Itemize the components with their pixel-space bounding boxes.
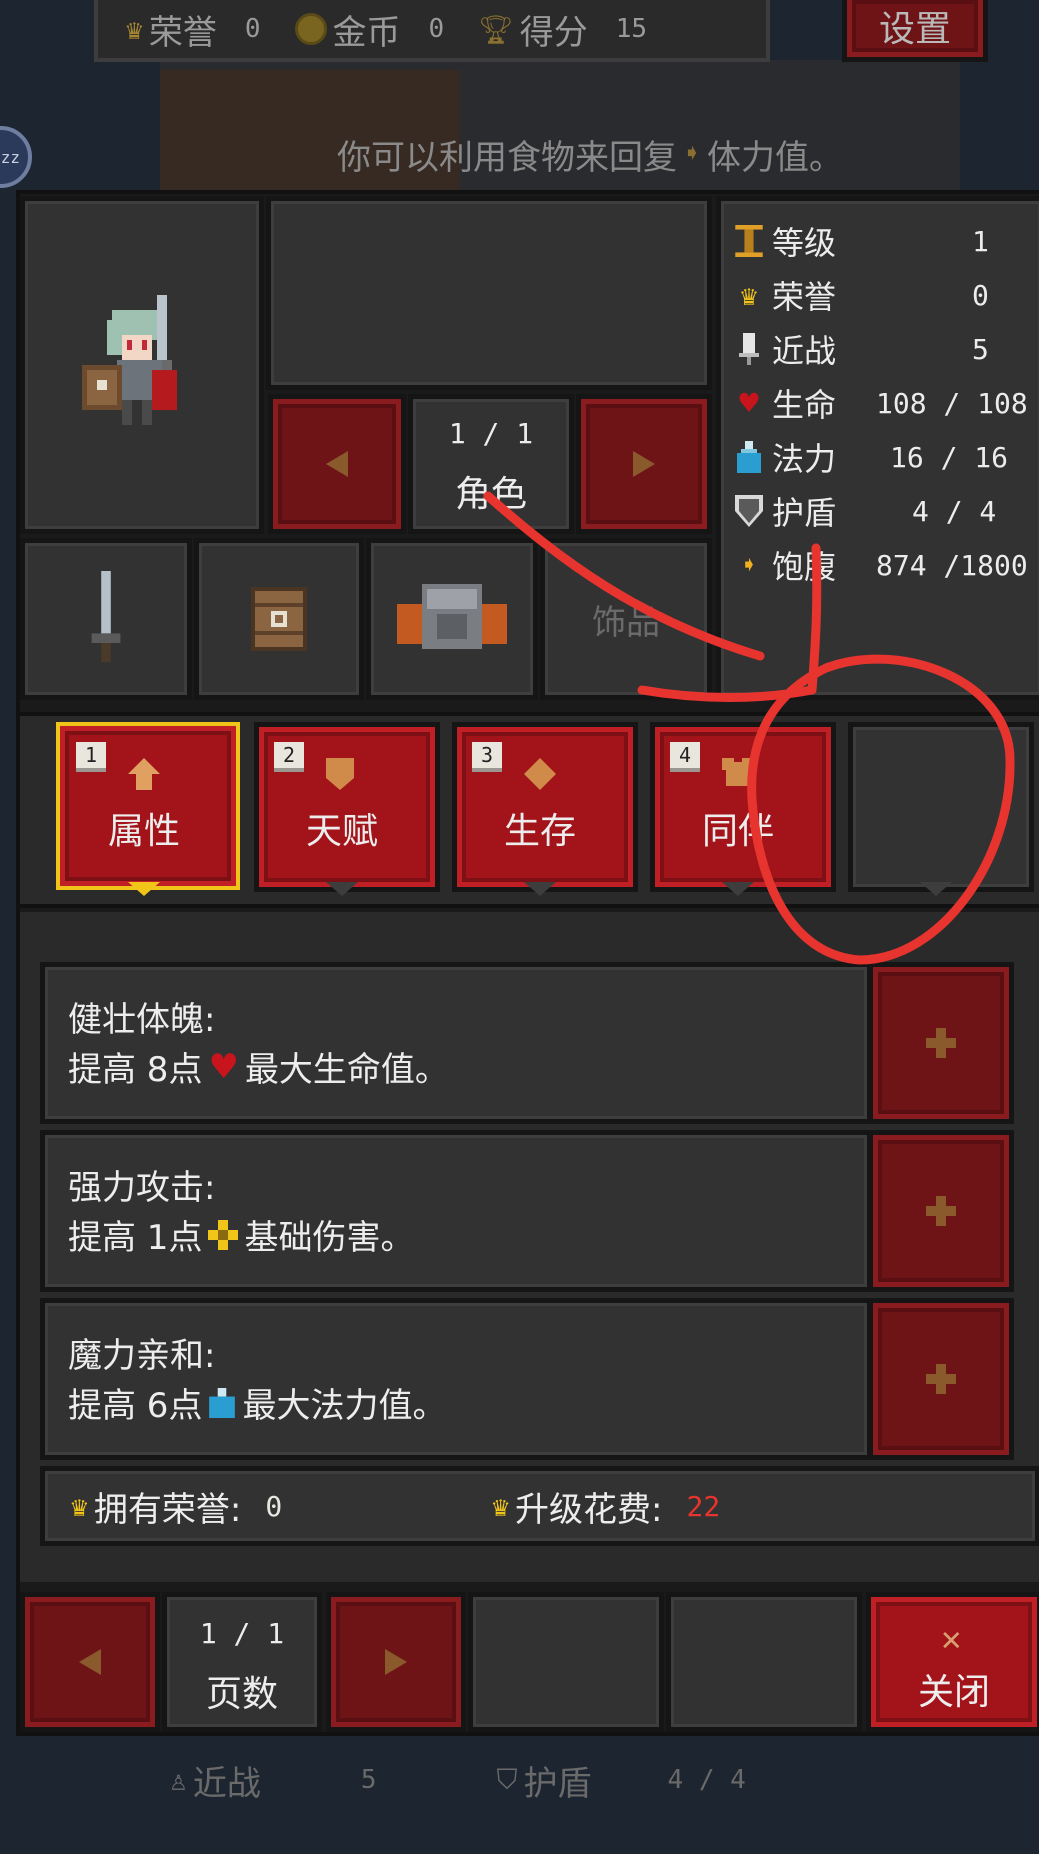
annotation-circle — [747, 654, 1015, 965]
annotation-arrow — [483, 491, 765, 661]
annotation-overlay — [483, 491, 1015, 965]
